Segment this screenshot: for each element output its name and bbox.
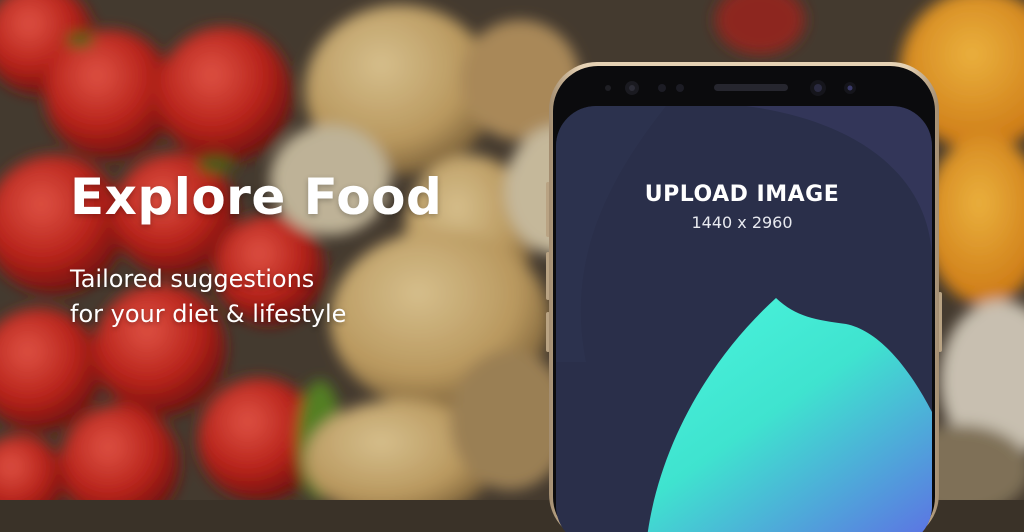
phone-mockup: [546, 62, 942, 532]
upload-image-dimensions: 1440 x 2960: [691, 213, 793, 232]
tagline-line-1: Tailored suggestions: [70, 265, 315, 293]
upload-image-title: UPLOAD IMAGE: [644, 182, 840, 207]
promo-headline: Explore Food: [70, 168, 443, 226]
tagline-line-2: for your diet & lifestyle: [70, 299, 347, 328]
upload-image-placeholder[interactable]: UPLOAD IMAGE 1440 x 2960: [556, 182, 928, 232]
promo-tagline: Tailored suggestions for your diet & lif…: [70, 262, 346, 332]
